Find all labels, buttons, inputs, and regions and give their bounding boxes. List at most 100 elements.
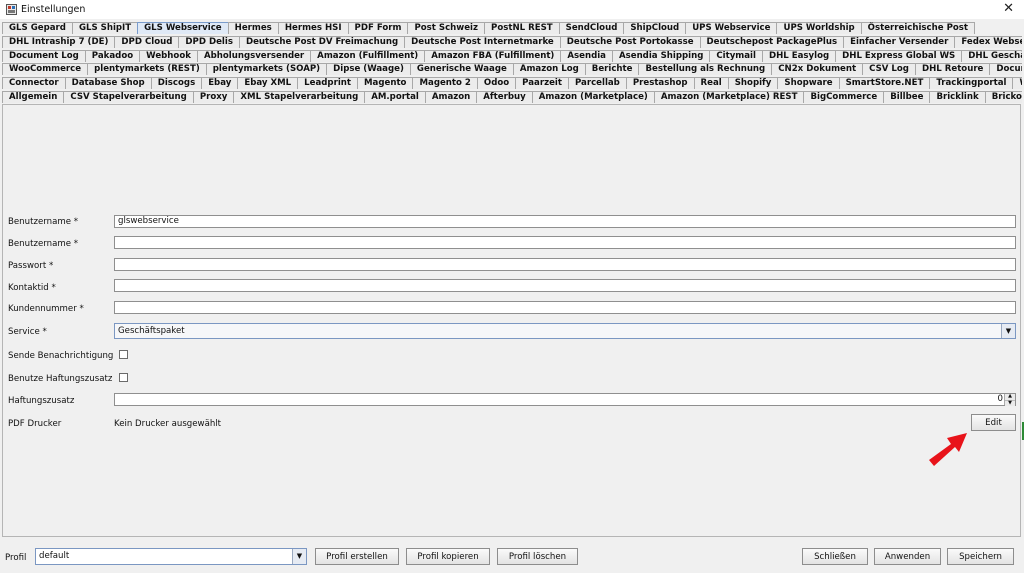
tab-woocommerce[interactable]: WooCommerce xyxy=(2,63,89,76)
tab-generische-waage[interactable]: Generische Waage xyxy=(409,63,514,76)
anwenden-button[interactable]: Anwenden xyxy=(874,548,941,565)
tab-allgemein[interactable]: Allgemein xyxy=(2,90,65,103)
tab-dhl-retoure[interactable]: DHL Retoure xyxy=(914,63,991,76)
kontaktid-input[interactable] xyxy=(114,279,1016,292)
tab-am-portal[interactable]: AM.portal xyxy=(364,90,426,103)
tab-deutsche-post-internetmarke[interactable]: Deutsche Post Internetmarke xyxy=(404,35,561,48)
tab-einfacher-versender[interactable]: Einfacher Versender xyxy=(843,35,956,48)
tab-proxy[interactable]: Proxy xyxy=(192,90,235,103)
tab-ups-webservice[interactable]: UPS Webservice xyxy=(685,22,778,34)
tab-gls-shipit[interactable]: GLS ShipIT xyxy=(71,22,139,34)
tab-amazon[interactable]: Amazon xyxy=(424,90,478,103)
tab-ups-worldship[interactable]: UPS Worldship xyxy=(776,22,862,34)
tab-plentymarkets-rest[interactable]: plentymarkets (REST) xyxy=(87,63,207,76)
tab-hermes-hsi[interactable]: Hermes HSI xyxy=(277,22,349,34)
schliessen-button[interactable]: Schließen xyxy=(802,548,868,565)
tab-real[interactable]: Real xyxy=(693,77,729,90)
tab-shipcloud[interactable]: ShipCloud xyxy=(623,22,687,34)
edit-button[interactable]: Edit xyxy=(971,414,1016,431)
tab-citymail[interactable]: Citymail xyxy=(709,49,763,62)
haftungszusatz-checkbox[interactable] xyxy=(119,373,128,382)
tab-dpd-delis[interactable]: DPD Delis xyxy=(178,35,240,48)
benachrichtigung-checkbox[interactable] xyxy=(119,350,128,359)
tab-deutsche-post-portokasse[interactable]: Deutsche Post Portokasse xyxy=(559,35,701,48)
benutzername-input[interactable]: glswebservice xyxy=(114,215,1016,228)
tab-shopify[interactable]: Shopify xyxy=(727,77,779,90)
tab-paarzeit[interactable]: Paarzeit xyxy=(515,77,569,90)
tab-amazon-fulfillment[interactable]: Amazon (Fulfillment) xyxy=(310,49,426,62)
tab-magento-2[interactable]: Magento 2 xyxy=(412,77,478,90)
benachrichtigung-label: Sende Benachrichtigung xyxy=(8,351,114,361)
tab-amazon-marketplace-rest[interactable]: Amazon (Marketplace) REST xyxy=(653,90,805,103)
tab-pdf-form[interactable]: PDF Form xyxy=(347,22,409,34)
tab-prestashop[interactable]: Prestashop xyxy=(625,77,695,90)
tab-gls-gepard[interactable]: GLS Gepard xyxy=(2,22,73,34)
tab-sendcloud[interactable]: SendCloud xyxy=(558,22,625,34)
tab-smartstore-net[interactable]: SmartStore.NET xyxy=(838,77,931,90)
profil-select[interactable]: default ▼ xyxy=(35,548,307,565)
close-icon[interactable]: ✕ xyxy=(1003,2,1014,16)
tab-deutsche-post-dv-freimachung[interactable]: Deutsche Post DV Freimachung xyxy=(238,35,406,48)
tab-billbee[interactable]: Billbee xyxy=(883,90,931,103)
passwort-label: Passwort * xyxy=(8,261,54,271)
tab-amazon-fba-fulfillment[interactable]: Amazon FBA (Fulfillment) xyxy=(424,49,562,62)
tab-dpd-cloud[interactable]: DPD Cloud xyxy=(114,35,180,48)
tab-dhl-express-global-ws[interactable]: DHL Express Global WS xyxy=(835,49,963,62)
tab-parcellab[interactable]: Parcellab xyxy=(567,77,627,90)
tab-webhook[interactable]: Webhook xyxy=(139,49,198,62)
tab-bigcommerce[interactable]: BigCommerce xyxy=(803,90,885,103)
tab-discogs[interactable]: Discogs xyxy=(150,77,203,90)
tab-deutschepost-packageplus[interactable]: Deutschepost PackagePlus xyxy=(699,35,845,48)
spin-down-icon[interactable]: ▼ xyxy=(1005,400,1015,406)
tab-document-downloader[interactable]: Document Downloader xyxy=(989,63,1022,76)
tab-shopware[interactable]: Shopware xyxy=(777,77,840,90)
tab-connector[interactable]: Connector xyxy=(2,77,66,90)
tab-post-schweiz[interactable]: Post Schweiz xyxy=(407,22,486,34)
chevron-down-icon[interactable]: ▼ xyxy=(292,549,306,564)
profil-kopieren-button[interactable]: Profil kopieren xyxy=(406,548,490,565)
tab-dhl-easylog[interactable]: DHL Easylog xyxy=(761,49,837,62)
chevron-down-icon[interactable]: ▼ xyxy=(1001,324,1015,338)
tab-asendia-shipping[interactable]: Asendia Shipping xyxy=(611,49,711,62)
tab-weclapp[interactable]: Weclapp xyxy=(1012,77,1022,90)
tab-dhl-geschäftskundenversand[interactable]: DHL Geschäftskundenversand xyxy=(961,49,1022,62)
tab-pakadoo[interactable]: Pakadoo xyxy=(84,49,141,62)
speichern-button[interactable]: Speichern xyxy=(947,548,1014,565)
tab-fedex-webservice[interactable]: Fedex Webservice xyxy=(954,35,1022,48)
tab-trackingportal[interactable]: Trackingportal xyxy=(929,77,1014,90)
tab-bestellung-als-rechnung[interactable]: Bestellung als Rechnung xyxy=(638,63,773,76)
tab-magento[interactable]: Magento xyxy=(357,77,414,90)
tab-dhl-intraship-7-de[interactable]: DHL Intraship 7 (DE) xyxy=(2,35,116,48)
tab-cn2x-dokument[interactable]: CN2x Dokument xyxy=(771,63,864,76)
tab-österreichische-post[interactable]: Österreichische Post xyxy=(860,22,976,34)
tab-csv-stapelverarbeitung[interactable]: CSV Stapelverarbeitung xyxy=(63,90,194,103)
tab-xml-stapelverarbeitung[interactable]: XML Stapelverarbeitung xyxy=(233,90,366,103)
service-select[interactable]: Geschäftspaket ▼ xyxy=(114,323,1016,339)
tab-abholungsversender[interactable]: Abholungsversender xyxy=(196,49,312,62)
tab-amazon-marketplace[interactable]: Amazon (Marketplace) xyxy=(531,90,655,103)
haftungszusatz-spinner[interactable]: 0 ▲ ▼ xyxy=(114,393,1016,406)
tab-dipse-waage[interactable]: Dipse (Waage) xyxy=(326,63,411,76)
tab-odoo[interactable]: Odoo xyxy=(476,77,517,90)
passwort-input[interactable] xyxy=(114,258,1016,271)
tab-gls-webservice[interactable]: GLS Webservice xyxy=(137,22,229,34)
tab-document-log[interactable]: Document Log xyxy=(2,49,86,62)
tab-afterbuy[interactable]: Afterbuy xyxy=(476,90,533,103)
tab-amazon-log[interactable]: Amazon Log xyxy=(512,63,586,76)
profil-erstellen-button[interactable]: Profil erstellen xyxy=(315,548,399,565)
tab-hermes[interactable]: Hermes xyxy=(227,22,279,34)
benutzername-2-input[interactable] xyxy=(114,236,1016,249)
tab-ebay[interactable]: Ebay xyxy=(201,77,239,90)
profil-loeschen-button[interactable]: Profil löschen xyxy=(497,548,578,565)
tab-berichte[interactable]: Berichte xyxy=(584,63,640,76)
tab-postnl-rest[interactable]: PostNL REST xyxy=(484,22,560,34)
tab-csv-log[interactable]: CSV Log xyxy=(862,63,916,76)
tab-brickowl[interactable]: Brickowl xyxy=(984,90,1022,103)
kundennummer-input[interactable] xyxy=(114,301,1016,314)
tab-bricklink[interactable]: Bricklink xyxy=(929,90,986,103)
tab-database-shop[interactable]: Database Shop xyxy=(64,77,152,90)
tab-plentymarkets-soap[interactable]: plentymarkets (SOAP) xyxy=(205,63,328,76)
tab-leadprint[interactable]: Leadprint xyxy=(297,77,358,90)
tab-ebay-xml[interactable]: Ebay XML xyxy=(237,77,299,90)
tab-asendia[interactable]: Asendia xyxy=(560,49,613,62)
